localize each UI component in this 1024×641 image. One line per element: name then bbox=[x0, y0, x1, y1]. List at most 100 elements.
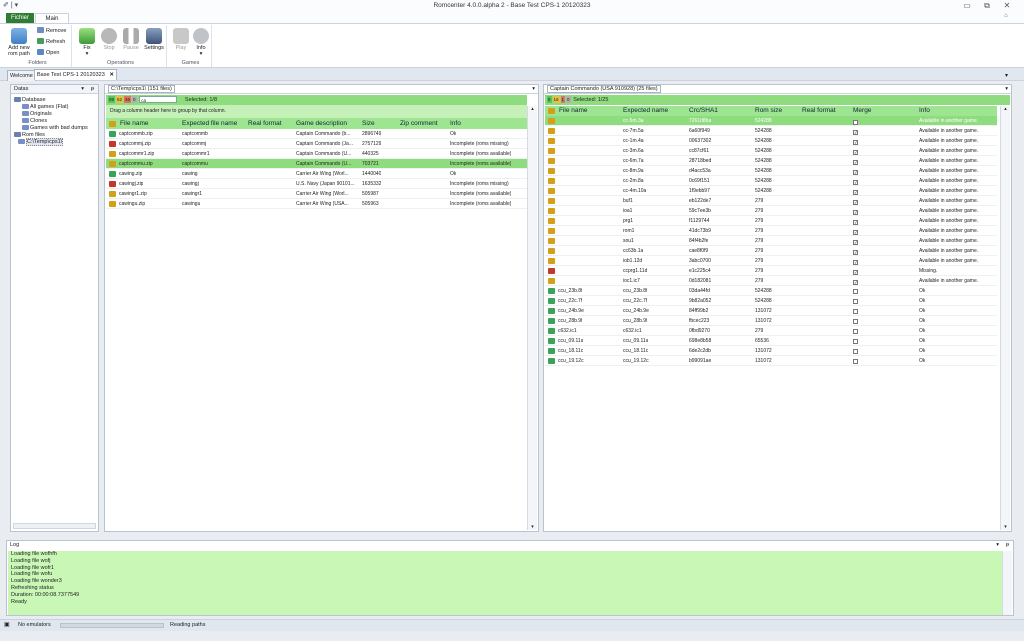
rom-row[interactable]: ccu_09.11a ccu_09.11a 698e8b58 65536 Ok bbox=[545, 336, 997, 346]
file-row[interactable]: captcommr1.zip captcommr1 Captain Commando… bbox=[106, 149, 527, 159]
rom-row[interactable]: cc-2m.8a 0c69f151 524288 ✓ Available in anot… bbox=[545, 176, 997, 186]
merge-check-box[interactable]: ✓ bbox=[853, 240, 858, 245]
merge-check-box[interactable]: ✓ bbox=[853, 280, 858, 285]
column-header[interactable]: Crc/SHA1 bbox=[689, 106, 718, 116]
rom-row[interactable]: ccu_23b.8f ccu_23b.8f 03da44fd 524288 Ok bbox=[545, 286, 997, 296]
column-header[interactable]: File name bbox=[120, 118, 149, 129]
count-unknown[interactable]: 0 bbox=[132, 96, 137, 103]
tree-item[interactable]: Database bbox=[14, 97, 98, 104]
stop-button[interactable]: Stop bbox=[99, 28, 119, 51]
play-button[interactable]: Play bbox=[172, 28, 190, 51]
merge-check-box[interactable] bbox=[853, 289, 858, 294]
merge-check-box[interactable]: ✓ bbox=[853, 120, 858, 125]
tab-welcome[interactable]: Welcome bbox=[7, 70, 36, 81]
datas-pin-icon[interactable]: ᵽ bbox=[91, 85, 94, 94]
group-by-area[interactable]: Drag a column header here to group by th… bbox=[106, 105, 527, 118]
column-header[interactable]: Expected file name bbox=[182, 118, 237, 129]
file-row[interactable]: cawingu.zip cawingu Carrier Air Wing (USA.… bbox=[106, 199, 527, 209]
rom-row[interactable]: cc-7m.5a 6a60f949 524288 ✓ Available in anot… bbox=[545, 126, 997, 136]
column-header[interactable]: Zip comment bbox=[400, 118, 438, 129]
column-header[interactable]: Expected name bbox=[623, 106, 668, 116]
rom-row[interactable]: sou1 84f4b2fe 279 ✓ Available in another gam… bbox=[545, 236, 997, 246]
rom-row[interactable]: ccprg1.11d e1c225c4 279 ✓ Missing. bbox=[545, 266, 997, 276]
scroll-down-icon[interactable]: ▾ bbox=[528, 524, 537, 530]
rom-row[interactable]: cc-3m.6a cc87cf61 524288 ✓ Available in anot… bbox=[545, 146, 997, 156]
rom-row[interactable]: cc63b.1a cae8f0f9 279 ✓ Available in another… bbox=[545, 246, 997, 256]
merge-check-box[interactable]: ✓ bbox=[853, 140, 858, 145]
column-header[interactable]: Info bbox=[919, 106, 930, 116]
roms-scroll-down-icon[interactable]: ▾ bbox=[1001, 524, 1010, 530]
rom-count-unknown[interactable]: 0 bbox=[566, 96, 571, 103]
tree-item[interactable]: Originals bbox=[14, 111, 98, 118]
merge-check-box[interactable] bbox=[853, 349, 858, 354]
rom-row[interactable]: cc-1m.4a 00637302 524288 ✓ Available in anot… bbox=[545, 136, 997, 146]
log-vscrollbar[interactable] bbox=[1002, 551, 1012, 615]
merge-check-box[interactable]: ✓ bbox=[853, 200, 858, 205]
column-header[interactable]: Real format bbox=[802, 106, 836, 116]
column-header[interactable]: File name bbox=[559, 106, 588, 116]
merge-check-box[interactable]: ✓ bbox=[853, 180, 858, 185]
count-ok[interactable]: 99 bbox=[108, 96, 116, 103]
datas-dropdown-icon[interactable]: ▾ bbox=[81, 85, 84, 94]
rom-row[interactable]: c632.ic1 c632.ic1 0fbd9270 279 Ok bbox=[545, 326, 997, 336]
rom-row[interactable]: ccu_22c.7f ccu_22c.7f 9b82a052 524288 Ok bbox=[545, 296, 997, 306]
qat-dropdown-icon[interactable]: | ▾ bbox=[11, 2, 18, 9]
merge-check-box[interactable]: ✓ bbox=[853, 260, 858, 265]
tab-list-icon[interactable]: ▾ bbox=[1005, 72, 1008, 79]
log-pin-icon[interactable]: ᵽ bbox=[1006, 541, 1009, 550]
rom-row[interactable]: ccu_24b.9e ccu_24b.9e 84ff99b2 131072 Ok bbox=[545, 306, 997, 316]
merge-check-box[interactable] bbox=[853, 329, 858, 334]
log-dropdown-icon[interactable]: ▾ bbox=[996, 541, 999, 550]
rom-row[interactable]: cc-5m.3a 7261d8ba 524288 ✓ Available in anot… bbox=[545, 116, 997, 126]
rom-row[interactable]: iob1.12d 3abc0700 279 ✓ Available in another… bbox=[545, 256, 997, 266]
tree-item[interactable]: C:\Temp\cps1\ bbox=[14, 138, 98, 146]
column-header[interactable]: Real format bbox=[248, 118, 282, 129]
refresh-button[interactable]: Refresh bbox=[37, 38, 65, 47]
fix-button[interactable]: Fix ▾ bbox=[77, 28, 97, 57]
roms-scroll-up-icon[interactable]: ▴ bbox=[1001, 106, 1010, 112]
column-header[interactable]: Rom size bbox=[755, 106, 782, 116]
rom-row[interactable]: cc-6m.7a 28718bed 524288 ✓ Available in anot… bbox=[545, 156, 997, 166]
merge-check-box[interactable]: ✓ bbox=[853, 210, 858, 215]
tree-item[interactable]: Clones bbox=[14, 118, 98, 125]
column-header[interactable]: Merge bbox=[853, 106, 871, 116]
files-dropdown-icon[interactable]: ▾ bbox=[532, 85, 535, 94]
merge-check-box[interactable] bbox=[853, 319, 858, 324]
roms-dropdown-icon[interactable]: ▾ bbox=[1005, 85, 1008, 94]
file-row[interactable]: captcommu.zip captcommu Captain Commando (… bbox=[106, 159, 527, 169]
open-button[interactable]: Open bbox=[37, 49, 59, 58]
merge-check-box[interactable]: ✓ bbox=[853, 270, 858, 275]
file-row[interactable]: captcommj.zip captcommj Captain Commando (… bbox=[106, 139, 527, 149]
merge-check-box[interactable] bbox=[853, 359, 858, 364]
maximize-button[interactable]: ⧉ bbox=[980, 0, 994, 12]
merge-check-box[interactable] bbox=[853, 299, 858, 304]
merge-check-box[interactable] bbox=[853, 339, 858, 344]
merge-checkbox[interactable] bbox=[853, 358, 858, 368]
quick-access-toolbar[interactable]: ✐ | ▾ bbox=[3, 1, 18, 11]
column-header[interactable]: Info bbox=[450, 118, 461, 129]
scroll-up-icon[interactable]: ▴ bbox=[528, 106, 537, 112]
close-button[interactable]: ✕ bbox=[1000, 0, 1014, 12]
merge-check-box[interactable]: ✓ bbox=[853, 150, 858, 155]
tree-item[interactable]: All games (Flat) bbox=[14, 104, 98, 111]
merge-check-box[interactable]: ✓ bbox=[853, 130, 858, 135]
count-missing[interactable]: 46 bbox=[124, 96, 132, 103]
rom-count-ok[interactable]: 8 bbox=[547, 96, 552, 103]
file-row[interactable]: captcommb.zip captcommb Captain Commando (… bbox=[106, 129, 527, 139]
rom-row[interactable]: ccu_28b.9f ccu_28b.9f fbcec223 131072 Ok bbox=[545, 316, 997, 326]
close-tab-icon[interactable]: ✕ bbox=[109, 72, 114, 78]
count-incomplete[interactable]: 52 bbox=[116, 96, 124, 103]
files-vscrollbar[interactable]: ▴ ▾ bbox=[527, 106, 537, 530]
column-header[interactable]: Game description bbox=[296, 118, 347, 129]
settings-button[interactable]: Settings bbox=[143, 28, 165, 51]
rom-row[interactable]: prg1 f1129744 279 ✓ Available in another gam… bbox=[545, 216, 997, 226]
info-button[interactable]: Info ▾ bbox=[192, 28, 210, 57]
merge-check-box[interactable]: ✓ bbox=[853, 220, 858, 225]
file-row[interactable]: cawingr1.zip cawingr1 Carrier Air Wing (Wo… bbox=[106, 189, 527, 199]
merge-check-box[interactable]: ✓ bbox=[853, 190, 858, 195]
file-row[interactable]: cawing.zip cawing Carrier Air Wing (Worl..… bbox=[106, 169, 527, 179]
column-header[interactable]: Size bbox=[362, 118, 375, 129]
minimize-button[interactable]: ▭ bbox=[960, 0, 974, 12]
merge-check-box[interactable]: ✓ bbox=[853, 170, 858, 175]
rom-row[interactable]: cc-4m.10a 1f9ebb97 524288 ✓ Available in ano… bbox=[545, 186, 997, 196]
